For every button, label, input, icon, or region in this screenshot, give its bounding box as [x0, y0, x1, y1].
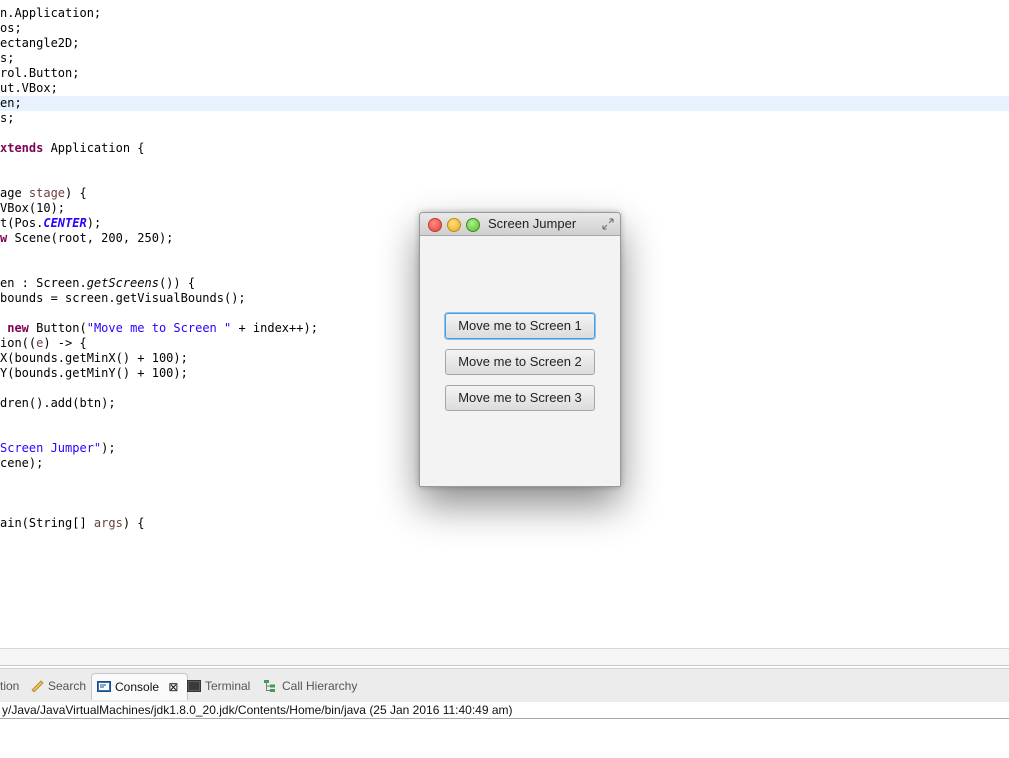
window-content: Move me to Screen 1 Move me to Screen 2 … — [420, 236, 620, 486]
code-token: en; — [0, 96, 22, 110]
desktop: n.Application; os; ectangle2D; s; rol.Button… — [0, 0, 1009, 758]
console-icon — [97, 681, 111, 692]
code-token: ) { — [65, 186, 87, 200]
code-line[interactable]: os; — [0, 21, 1009, 36]
code-token: Screen Jumper" — [0, 441, 102, 455]
code-line[interactable]: age stage) { — [0, 186, 1009, 201]
code-line[interactable] — [0, 501, 1009, 516]
close-icon[interactable]: ⊠ — [168, 680, 178, 694]
code-token: xtends — [0, 141, 44, 155]
code-token: "Move me to Screen " — [86, 321, 232, 335]
code-token: VBox(10); — [0, 201, 66, 215]
code-token: s; — [0, 111, 15, 125]
tab-label: Call Hierarchy — [282, 679, 358, 693]
code-line[interactable]: ectangle2D; — [0, 36, 1009, 51]
code-token: + index++); — [231, 321, 318, 335]
code-token: getScreens — [86, 276, 159, 290]
code-line[interactable]: ut.VBox; — [0, 81, 1009, 96]
code-line[interactable]: s; — [0, 51, 1009, 66]
move-to-screen-3-button[interactable]: Move me to Screen 3 — [445, 385, 595, 411]
code-line[interactable] — [0, 486, 1009, 501]
close-window-button[interactable] — [428, 218, 442, 232]
code-token: age — [0, 186, 29, 200]
code-token: ectangle2D; — [0, 36, 80, 50]
console-process-path: y/Java/JavaVirtualMachines/jdk1.8.0_20.j… — [0, 702, 1009, 719]
code-token: Button( — [28, 321, 87, 335]
code-token: stage — [28, 186, 66, 200]
call-hierarchy-icon — [264, 680, 275, 692]
tab-terminal[interactable]: Terminal — [187, 673, 250, 699]
code-token: Application { — [43, 141, 145, 155]
code-line[interactable] — [0, 156, 1009, 171]
views-tab-bar: tion Search Console ⊠ Terminal Call Hier… — [0, 668, 1009, 703]
code-token: ut.VBox; — [0, 81, 58, 95]
code-token: n.Application; — [0, 6, 102, 20]
code-line[interactable]: en; — [0, 96, 1009, 111]
code-token: dren().add(btn); — [0, 396, 116, 410]
tab-search[interactable]: Search — [30, 673, 86, 699]
tab-label: Search — [48, 679, 87, 693]
code-token: en : Screen. — [0, 276, 87, 290]
code-token: Y(bounds.getMinY() + 100); — [0, 366, 188, 380]
console-output[interactable] — [0, 719, 1009, 758]
window-title: Screen Jumper — [488, 216, 577, 231]
tab-label: tion — [0, 679, 20, 693]
code-token: ); — [86, 216, 102, 230]
code-line[interactable] — [0, 126, 1009, 141]
code-line[interactable]: xtends Application { — [0, 141, 1009, 156]
search-flashlight-icon — [31, 680, 44, 692]
code-token: ) -> { — [43, 336, 87, 350]
code-token: ); — [101, 441, 116, 455]
terminal-icon — [187, 680, 201, 692]
tab-label: Console — [115, 680, 160, 694]
code-token: cene); — [0, 456, 44, 470]
zoom-window-button[interactable] — [466, 218, 480, 232]
code-token: bounds = screen.getVisualBounds(); — [0, 291, 246, 305]
move-to-screen-2-button[interactable]: Move me to Screen 2 — [445, 349, 595, 375]
code-line[interactable]: s; — [0, 111, 1009, 126]
code-token: X(bounds.getMinX() + 100); — [0, 351, 188, 365]
code-line[interactable]: ain(String[] args) { — [0, 516, 1009, 531]
code-token: t(Pos. — [0, 216, 44, 230]
editor-horizontal-scrollbar[interactable] — [0, 648, 1009, 666]
code-line[interactable] — [0, 171, 1009, 186]
tab-declaration[interactable]: tion — [0, 673, 24, 699]
code-token: CENTER — [43, 216, 87, 230]
code-token: rol.Button; — [0, 66, 80, 80]
tab-label: Terminal — [205, 679, 251, 693]
screen-jumper-window[interactable]: Screen Jumper Move me to Screen 1 Move m… — [419, 212, 621, 487]
tab-call-hierarchy[interactable]: Call Hierarchy — [264, 673, 357, 699]
move-to-screen-1-button[interactable]: Move me to Screen 1 — [445, 313, 595, 339]
fullscreen-icon[interactable] — [602, 218, 614, 230]
code-token: Scene(root, 200, 250); — [7, 231, 174, 245]
code-token: new — [7, 321, 29, 335]
code-token: ain(String[] — [0, 516, 94, 530]
code-token: ) { — [122, 516, 145, 530]
window-titlebar[interactable]: Screen Jumper — [420, 213, 620, 236]
code-token: args — [93, 516, 123, 530]
minimize-window-button[interactable] — [447, 218, 461, 232]
code-token: s; — [0, 51, 15, 65]
code-token: os; — [0, 21, 22, 35]
code-line[interactable]: rol.Button; — [0, 66, 1009, 81]
code-token: ()) { — [158, 276, 196, 290]
tab-console[interactable]: Console ⊠ — [91, 673, 188, 700]
code-token: ion(( — [0, 336, 37, 350]
code-line[interactable]: n.Application; — [0, 6, 1009, 21]
